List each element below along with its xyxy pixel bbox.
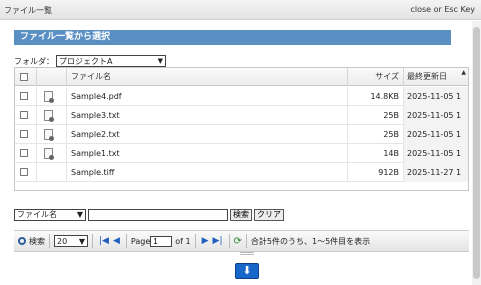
- row-icon-cell[interactable]: [37, 87, 67, 106]
- row-icon-cell[interactable]: [37, 144, 67, 163]
- row-checkbox[interactable]: [20, 168, 28, 176]
- chevron-down-icon: ▼: [76, 210, 83, 219]
- pager-toolbar: 検索 20 ▼ |◀ ◀ Page of 1 ▶ ▶| ⟳ 合計5件のうち、1～…: [14, 230, 469, 252]
- close-hint[interactable]: close or Esc Key: [410, 5, 475, 14]
- page-size-select[interactable]: 20 ▼: [54, 235, 88, 247]
- row-checkbox[interactable]: [20, 130, 28, 138]
- row-updated: 2025-11-05 1: [404, 87, 468, 106]
- separator: [245, 234, 247, 248]
- header-updated[interactable]: 最終更新日 ▲: [404, 68, 468, 86]
- refresh-icon[interactable]: ⟳: [234, 236, 242, 247]
- header-filename[interactable]: ファイル名: [67, 68, 348, 86]
- search-input[interactable]: [88, 208, 228, 221]
- prev-page-icon[interactable]: ◀: [113, 236, 120, 246]
- last-page-icon[interactable]: ▶|: [213, 236, 223, 246]
- search-icon: [18, 237, 26, 245]
- row-icon-cell[interactable]: [37, 106, 67, 125]
- select-all-checkbox[interactable]: [20, 73, 28, 81]
- file-preview-icon[interactable]: [44, 110, 54, 122]
- separator: [49, 234, 50, 248]
- row-filename[interactable]: Sample.tiff: [67, 163, 348, 182]
- separator: [228, 234, 230, 248]
- window-title: ファイル一覧: [4, 6, 52, 15]
- file-preview-icon[interactable]: [44, 129, 54, 141]
- row-updated: 2025-11-05 1: [404, 106, 468, 125]
- row-select-cell[interactable]: [15, 144, 37, 163]
- row-select-cell[interactable]: [15, 163, 37, 182]
- vertical-scrollbar[interactable]: [472, 21, 481, 285]
- separator: [92, 234, 93, 248]
- row-filename[interactable]: Sample2.txt: [67, 125, 348, 144]
- folder-row: フォルダ： プロジェクトA ▼: [14, 55, 166, 67]
- row-filename[interactable]: Sample4.pdf: [67, 87, 348, 106]
- row-icon-cell: [37, 163, 67, 182]
- row-select-cell[interactable]: [15, 87, 37, 106]
- page-number-input[interactable]: [150, 235, 173, 247]
- window-titlebar: ファイル一覧 close or Esc Key: [0, 0, 481, 20]
- page-total: of 1: [175, 236, 191, 246]
- row-checkbox[interactable]: [20, 92, 28, 100]
- file-preview-icon[interactable]: [44, 148, 54, 160]
- clear-button[interactable]: クリア: [254, 208, 284, 221]
- row-updated: 2025-11-05 1: [404, 125, 468, 144]
- table-row[interactable]: Sample1.txt 14B 2025-11-05 1: [15, 144, 468, 163]
- vertical-scrollbar-thumb[interactable]: [473, 27, 480, 279]
- search-field-value: ファイル名: [17, 210, 57, 219]
- row-checkbox[interactable]: [20, 111, 28, 119]
- first-page-icon[interactable]: |◀: [99, 236, 109, 246]
- row-size: 14B: [348, 144, 404, 163]
- table-row[interactable]: Sample4.pdf 14.8KB 2025-11-05 1: [15, 87, 468, 106]
- row-filename[interactable]: Sample1.txt: [67, 144, 348, 163]
- separator: [194, 234, 196, 248]
- folder-select[interactable]: プロジェクトA ▼: [56, 55, 166, 67]
- pager-summary: 合計5件のうち、1～5件目を表示: [250, 236, 371, 246]
- row-select-cell[interactable]: [15, 125, 37, 144]
- row-updated: 2025-11-05 1: [404, 144, 468, 163]
- folder-select-value: プロジェクトA: [59, 56, 113, 66]
- header-updated-label: 最終更新日: [407, 72, 447, 81]
- header-icon-column: [37, 68, 67, 86]
- row-size: 25B: [348, 106, 404, 125]
- row-checkbox[interactable]: [20, 149, 28, 157]
- folder-label: フォルダ：: [14, 56, 54, 66]
- chevron-down-icon: ▼: [157, 57, 163, 65]
- separator: [125, 234, 127, 248]
- panel-splitter[interactable]: [240, 252, 254, 255]
- sort-asc-icon: ▲: [461, 69, 466, 76]
- pager-search[interactable]: 検索: [18, 236, 45, 247]
- search-button[interactable]: 検索: [230, 208, 252, 221]
- file-preview-icon[interactable]: [44, 91, 54, 103]
- page-size-value: 20: [57, 236, 68, 246]
- download-arrow-icon[interactable]: ⬇: [235, 263, 259, 279]
- table-row[interactable]: Sample.tiff 912B 2025-11-27 1: [15, 163, 468, 182]
- row-filename[interactable]: Sample3.txt: [67, 106, 348, 125]
- row-updated: 2025-11-27 1: [404, 163, 468, 182]
- section-header: ファイル一覧から選択: [14, 30, 451, 45]
- table-header: ファイル名 サイズ 最終更新日 ▲: [15, 68, 468, 86]
- row-size: 912B: [348, 163, 404, 182]
- table-row[interactable]: Sample2.txt 25B 2025-11-05 1: [15, 125, 468, 144]
- pager-search-label: 検索: [29, 236, 45, 246]
- row-size: 14.8KB: [348, 87, 404, 106]
- row-icon-cell[interactable]: [37, 125, 67, 144]
- header-size[interactable]: サイズ: [348, 68, 404, 86]
- page-label: Page: [130, 236, 151, 246]
- search-row: ファイル名 ▼ 検索 クリア: [14, 208, 284, 221]
- next-page-icon[interactable]: ▶: [202, 236, 209, 246]
- search-field-select[interactable]: ファイル名 ▼: [14, 208, 86, 221]
- row-size: 25B: [348, 125, 404, 144]
- header-select-all[interactable]: [15, 68, 37, 86]
- row-select-cell[interactable]: [15, 106, 37, 125]
- table-row[interactable]: Sample3.txt 25B 2025-11-05 1: [15, 106, 468, 125]
- chevron-down-icon: ▼: [78, 236, 85, 246]
- file-table: ファイル名 サイズ 最終更新日 ▲ Sample4.pdf 14.8KB 202…: [14, 67, 469, 191]
